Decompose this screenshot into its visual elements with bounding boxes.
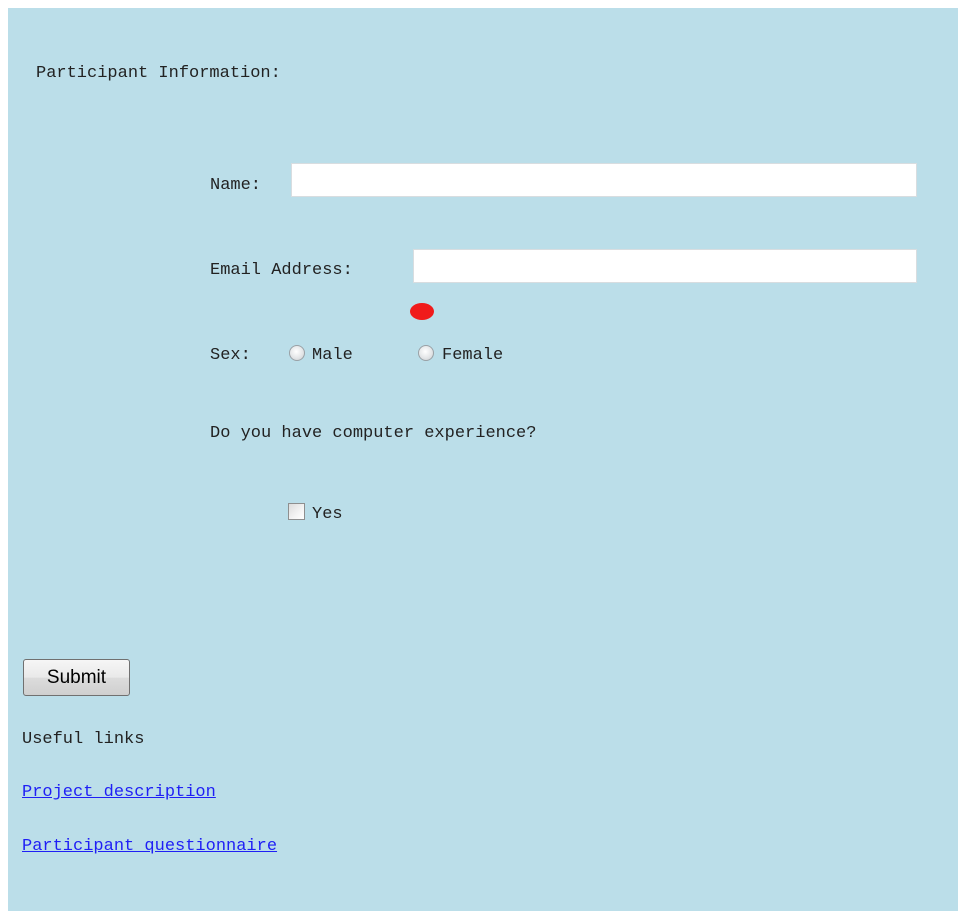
male-radio[interactable] bbox=[289, 345, 305, 361]
project-description-link[interactable]: Project description bbox=[22, 783, 216, 802]
useful-links-heading: Useful links bbox=[22, 730, 145, 749]
name-label: Name: bbox=[210, 176, 262, 195]
male-label[interactable]: Male bbox=[312, 346, 353, 365]
participant-questionnaire-link[interactable]: Participant questionnaire bbox=[22, 837, 277, 856]
submit-button[interactable]: Submit bbox=[23, 659, 130, 696]
experience-question: Do you have computer experience? bbox=[210, 424, 537, 443]
page-background: Participant Information: Name: Email Add… bbox=[8, 8, 958, 911]
email-label: Email Address: bbox=[210, 261, 353, 280]
email-input[interactable] bbox=[413, 249, 917, 283]
female-radio[interactable] bbox=[418, 345, 434, 361]
experience-yes-label[interactable]: Yes bbox=[312, 505, 343, 524]
section-title: Participant Information: bbox=[36, 64, 281, 83]
female-label[interactable]: Female bbox=[442, 346, 503, 365]
name-input[interactable] bbox=[291, 163, 917, 197]
cursor-marker bbox=[410, 303, 434, 320]
sex-label: Sex: bbox=[210, 346, 251, 365]
experience-yes-checkbox[interactable] bbox=[288, 503, 305, 520]
